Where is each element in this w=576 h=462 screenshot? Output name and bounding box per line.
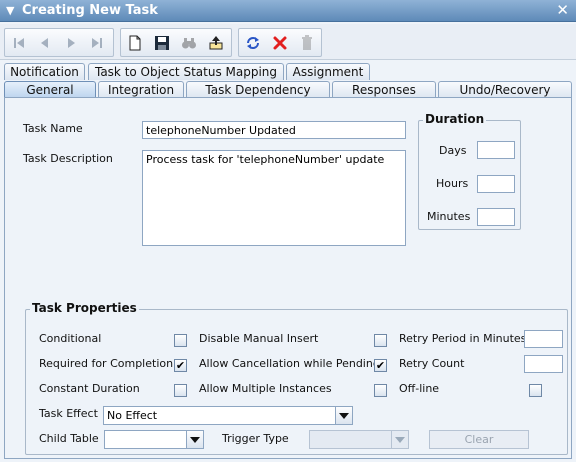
chevron-down-icon[interactable] (186, 431, 203, 448)
window-title: Creating New Task (22, 3, 158, 18)
hours-field[interactable] (477, 175, 515, 193)
tab-undo-recovery[interactable]: Undo/Recovery (438, 81, 572, 98)
tab-general[interactable]: General (4, 81, 96, 98)
task-effect-value: No Effect (107, 409, 158, 422)
chevron-down-icon[interactable] (391, 431, 408, 448)
tab-label: General (26, 83, 74, 97)
retry-count-field[interactable] (524, 355, 563, 373)
allow-cancellation-label: Allow Cancellation while Pending (199, 357, 376, 370)
minutes-label: Minutes (427, 210, 471, 223)
tab-label: Assignment (292, 65, 364, 79)
task-properties-group: Task Properties Conditional Required for… (25, 301, 568, 455)
hours-label: Hours (436, 177, 469, 190)
days-label: Days (439, 144, 467, 157)
required-for-completion-label: Required for Completion (39, 357, 174, 370)
toolbar (0, 24, 576, 60)
tab-label: Responses (352, 83, 416, 97)
first-record-icon[interactable] (8, 32, 30, 54)
task-description-label: Task Description (23, 152, 113, 165)
conditional-checkbox[interactable] (174, 334, 187, 347)
minutes-field[interactable] (477, 208, 515, 226)
disable-manual-insert-checkbox[interactable] (374, 334, 387, 347)
clear-button[interactable]: Clear (429, 430, 529, 449)
duration-group: Duration Days Hours Minutes (418, 112, 521, 230)
trigger-type-label: Trigger Type (222, 432, 289, 445)
task-effect-select[interactable]: No Effect (103, 406, 353, 425)
task-name-field[interactable]: telephoneNumber Updated (142, 121, 406, 139)
title-bar: ▼ Creating New Task ✕ (0, 0, 576, 22)
off-line-checkbox[interactable] (529, 384, 542, 397)
disable-manual-insert-label: Disable Manual Insert (199, 332, 319, 345)
save-icon[interactable] (151, 32, 173, 54)
conditional-label: Conditional (39, 332, 102, 345)
previous-record-icon[interactable] (34, 32, 56, 54)
trash-icon[interactable] (296, 32, 318, 54)
constant-duration-label: Constant Duration (39, 382, 140, 395)
task-effect-label: Task Effect (39, 407, 98, 420)
find-binoculars-icon[interactable] (178, 32, 200, 54)
constant-duration-checkbox[interactable] (174, 384, 187, 397)
tab-responses[interactable]: Responses (332, 81, 436, 98)
tab-assignment[interactable]: Assignment (286, 63, 370, 80)
duration-title: Duration (423, 112, 487, 126)
navigation-group (4, 28, 114, 57)
retry-period-field[interactable] (524, 330, 563, 348)
delete-x-icon[interactable] (269, 32, 291, 54)
action-group (238, 28, 322, 57)
triangle-down-icon[interactable]: ▼ (6, 4, 14, 17)
tab-label: Task to Object Status Mapping (94, 65, 278, 79)
tab-label: Integration (107, 83, 175, 97)
chevron-down-icon[interactable] (335, 407, 352, 424)
tab-task-dependency[interactable]: Task Dependency (186, 81, 330, 98)
days-field[interactable] (477, 141, 515, 159)
close-icon[interactable]: ✕ (556, 1, 569, 19)
trigger-type-select[interactable] (309, 430, 409, 449)
child-table-label: Child Table (39, 432, 99, 445)
tab-integration[interactable]: Integration (98, 81, 184, 98)
tab-label: Task Dependency (205, 83, 311, 97)
allow-cancellation-checkbox[interactable]: ✔ (374, 359, 387, 372)
retry-period-label: Retry Period in Minutes (399, 332, 527, 345)
allow-multiple-instances-label: Allow Multiple Instances (199, 382, 332, 395)
allow-multiple-instances-checkbox[interactable] (374, 384, 387, 397)
task-description-field[interactable]: Process task for 'telephoneNumber' updat… (142, 150, 406, 246)
task-name-label: Task Name (23, 122, 83, 135)
last-record-icon[interactable] (86, 32, 108, 54)
upload-tray-icon[interactable] (205, 32, 227, 54)
task-properties-title: Task Properties (30, 301, 139, 315)
refresh-icon[interactable] (242, 32, 264, 54)
required-for-completion-checkbox[interactable]: ✔ (174, 359, 187, 372)
tab-label: Undo/Recovery (459, 83, 551, 97)
tab-notification[interactable]: Notification (4, 63, 85, 80)
next-record-icon[interactable] (60, 32, 82, 54)
file-group (120, 28, 232, 57)
child-table-select[interactable] (104, 430, 204, 449)
new-document-icon[interactable] (124, 32, 146, 54)
general-panel: Task Name telephoneNumber Updated Task D… (4, 97, 572, 459)
tab-label: Notification (10, 65, 79, 79)
tab-task-to-object-status-mapping[interactable]: Task to Object Status Mapping (88, 63, 284, 80)
retry-count-label: Retry Count (399, 357, 465, 370)
off-line-label: Off-line (399, 382, 440, 395)
